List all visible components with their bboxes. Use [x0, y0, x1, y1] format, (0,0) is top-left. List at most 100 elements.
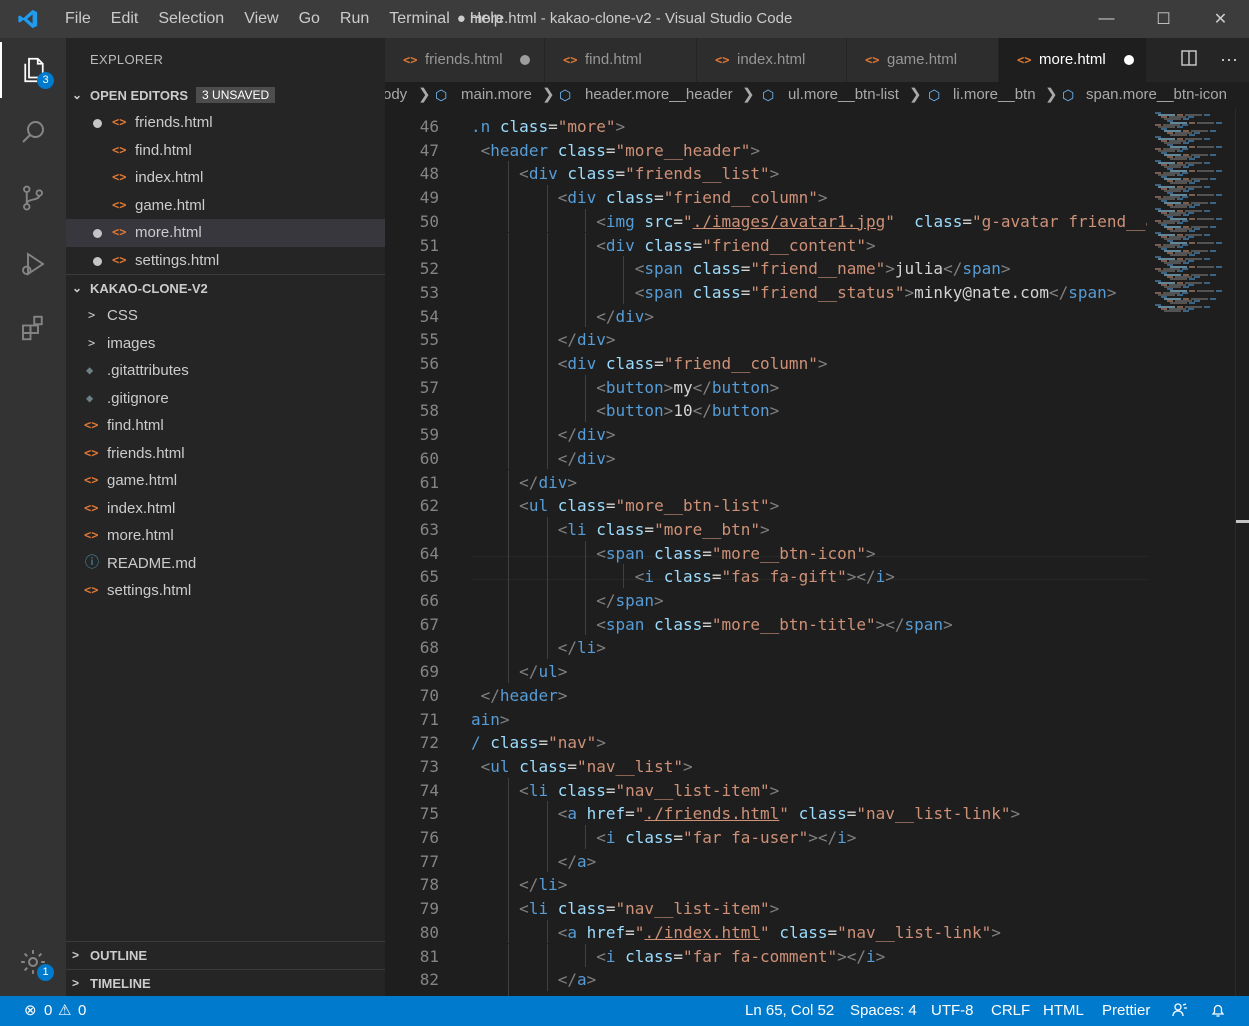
- file-item[interactable]: <> more.html: [66, 522, 385, 550]
- code-line[interactable]: ain>: [471, 710, 510, 729]
- end-of-line[interactable]: CRLF: [991, 996, 1030, 1026]
- maximize-button[interactable]: ☐: [1135, 0, 1192, 38]
- code-line[interactable]: </div>: [471, 473, 577, 492]
- search-activity-button[interactable]: [0, 104, 66, 160]
- folder-item[interactable]: > CSS: [66, 302, 385, 330]
- error-count[interactable]: 0: [44, 996, 52, 1026]
- scrollbar-thumb[interactable]: [1236, 520, 1249, 523]
- warning-icon[interactable]: ⚠: [58, 996, 71, 1026]
- code-line[interactable]: / class="nav">: [471, 733, 606, 752]
- open-editor-item[interactable]: <> find.html: [66, 137, 385, 165]
- run-debug-activity-button[interactable]: [0, 236, 66, 292]
- open-editor-item-selected[interactable]: <> more.html: [66, 219, 385, 247]
- tab-game[interactable]: <> game.html: [847, 38, 999, 82]
- breadcrumb-item[interactable]: span.more__btn-icon: [1086, 82, 1227, 108]
- code-line[interactable]: </div>: [471, 307, 654, 326]
- code-line[interactable]: <div class="friend__content">: [471, 236, 875, 255]
- breadcrumb-item[interactable]: ody: [385, 82, 407, 108]
- menu-file[interactable]: File: [55, 0, 101, 38]
- code-line[interactable]: <i class="far fa-user"></i>: [471, 828, 856, 847]
- unsaved-dot-icon[interactable]: [520, 55, 530, 65]
- code-editor[interactable]: 46 47 48 49 50 51 52 53 54 55 56 57 58 59 60 61 62 63 64 65…: [385, 108, 1147, 996]
- unsaved-dot-icon[interactable]: [1124, 55, 1134, 65]
- manage-activity-button[interactable]: 1: [0, 934, 66, 990]
- menu-selection[interactable]: Selection: [148, 0, 234, 38]
- code-line[interactable]: </a>: [471, 852, 597, 871]
- menu-view[interactable]: View: [234, 0, 288, 38]
- close-button[interactable]: ✕: [1192, 0, 1249, 38]
- code-line[interactable]: </div>: [471, 449, 616, 468]
- explorer-activity-button[interactable]: 3: [0, 42, 66, 98]
- editor-scrollbar[interactable]: [1235, 108, 1249, 996]
- code-line[interactable]: </li>: [471, 875, 567, 894]
- code-line[interactable]: </span>: [471, 591, 663, 610]
- menu-go[interactable]: Go: [289, 0, 330, 38]
- open-editor-item[interactable]: <> game.html: [66, 192, 385, 220]
- code-line[interactable]: <div class="friend__column">: [471, 188, 828, 207]
- cursor-position[interactable]: Ln 65, Col 52: [745, 996, 834, 1026]
- code-line[interactable]: </header>: [471, 686, 568, 705]
- code-line[interactable]: <a href="./index.html" class="nav__list-…: [471, 923, 1001, 942]
- tab-friends[interactable]: <> friends.html: [385, 38, 545, 82]
- prettier-formatter[interactable]: Prettier: [1102, 996, 1150, 1026]
- file-item[interactable]: <> index.html: [66, 495, 385, 523]
- code-line[interactable]: <span class="friend__status">minky@nate.…: [471, 283, 1117, 302]
- code-line[interactable]: </li>: [471, 638, 606, 657]
- tab-more[interactable]: <> more.html: [999, 38, 1147, 82]
- file-item[interactable]: ◆ .gitattributes: [66, 357, 385, 385]
- code-line[interactable]: </div>: [471, 425, 616, 444]
- file-item[interactable]: <> game.html: [66, 467, 385, 495]
- breadcrumb-item[interactable]: header.more__header: [585, 82, 733, 108]
- open-editor-item[interactable]: <> settings.html: [66, 247, 385, 275]
- code-line[interactable]: <div class="friends__list">: [471, 164, 779, 183]
- code-line[interactable]: <li class="nav__list-item">: [471, 781, 779, 800]
- encoding[interactable]: UTF-8: [931, 996, 974, 1026]
- minimize-button[interactable]: —: [1078, 0, 1135, 38]
- warning-count[interactable]: 0: [78, 996, 86, 1026]
- breadcrumb-item[interactable]: main.more: [461, 82, 532, 108]
- file-item[interactable]: ◆ .gitignore: [66, 385, 385, 413]
- folder-item[interactable]: > images: [66, 330, 385, 358]
- extensions-activity-button[interactable]: [0, 300, 66, 356]
- tab-index[interactable]: <> index.html: [697, 38, 847, 82]
- code-line[interactable]: <span class="friend__name">julia</span>: [471, 259, 1011, 278]
- code-line[interactable]: <i class="far fa-comment"></i>: [471, 947, 885, 966]
- breadcrumb-item[interactable]: li.more__btn: [953, 82, 1036, 108]
- open-editors-header[interactable]: ⌄ OPEN EDITORS 3 UNSAVED: [66, 82, 385, 109]
- code-line[interactable]: <li class="more__btn">: [471, 520, 770, 539]
- menu-run[interactable]: Run: [330, 0, 379, 38]
- outline-header[interactable]: > OUTLINE: [66, 942, 385, 969]
- code-line[interactable]: <ul class="more__btn-list">: [471, 496, 779, 515]
- code-line[interactable]: <header class="more__header">: [471, 141, 760, 160]
- code-line[interactable]: <button>my</button>: [471, 378, 779, 397]
- code-line[interactable]: <img src="./images/avatar1.jpg" class="g…: [471, 212, 1147, 231]
- indentation[interactable]: Spaces: 4: [850, 996, 917, 1026]
- source-control-activity-button[interactable]: [0, 170, 66, 226]
- language-mode[interactable]: HTML: [1043, 996, 1084, 1026]
- code-line[interactable]: <div class="friend__column">: [471, 354, 828, 373]
- split-editor-icon[interactable]: [1169, 49, 1209, 72]
- code-line[interactable]: .n class="more">: [471, 117, 625, 136]
- minimap[interactable]: [1147, 108, 1235, 996]
- feedback-icon[interactable]: [1172, 996, 1188, 1026]
- file-item[interactable]: <> settings.html: [66, 577, 385, 605]
- open-editor-item[interactable]: <> friends.html: [66, 109, 385, 137]
- project-folder-header[interactable]: ⌄ KAKAO-CLONE-V2: [66, 275, 385, 302]
- menu-edit[interactable]: Edit: [101, 0, 149, 38]
- code-line[interactable]: <span class="more__btn-icon">: [471, 544, 875, 563]
- code-line[interactable]: <a href="./friends.html" class="nav__lis…: [471, 804, 1020, 823]
- timeline-header[interactable]: > TIMELINE: [66, 970, 385, 997]
- code-line[interactable]: <span class="more__btn-title"></span>: [471, 615, 952, 634]
- notifications-bell-icon[interactable]: [1210, 996, 1226, 1026]
- breadcrumb-item[interactable]: ul.more__btn-list: [788, 82, 899, 108]
- file-item[interactable]: <> friends.html: [66, 440, 385, 468]
- code-line[interactable]: <li class="nav__list-item">: [471, 899, 779, 918]
- code-line[interactable]: </div>: [471, 330, 616, 349]
- code-line[interactable]: <ul class="nav__list">: [471, 757, 693, 776]
- code-line[interactable]: <button>10</button>: [471, 401, 779, 420]
- error-icon[interactable]: ⊗: [24, 996, 37, 1026]
- code-line[interactable]: <i class="fas fa-gift"></i>: [471, 567, 895, 586]
- file-item[interactable]: ⓘ README.md: [66, 550, 385, 578]
- file-item[interactable]: <> find.html: [66, 412, 385, 440]
- code-line[interactable]: </ul>: [471, 662, 567, 681]
